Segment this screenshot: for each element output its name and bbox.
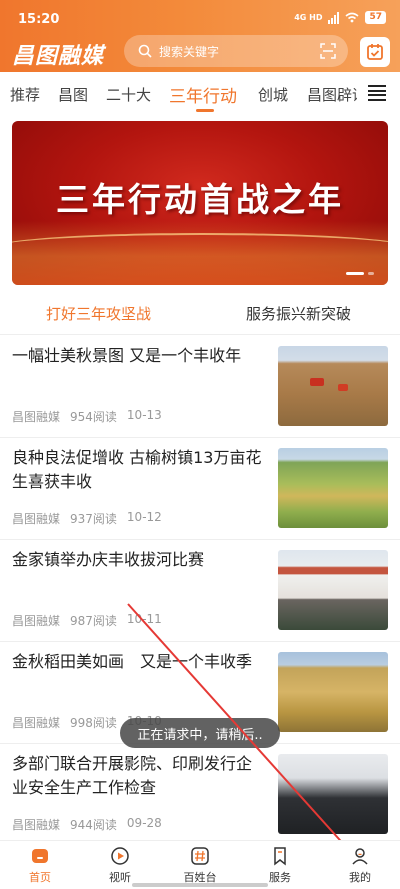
news-source: 昌图融媒 <box>12 512 61 526</box>
news-meta: 昌图融媒 944阅读 09-28 <box>12 816 162 833</box>
home-icon <box>32 849 48 863</box>
user-icon <box>352 848 368 865</box>
news-title: 一幅壮美秋景图 又是一个丰收年 <box>12 346 242 365</box>
news-item[interactable]: 一幅壮美秋景图 又是一个丰收年 昌图融媒 954阅读 10-13 <box>0 336 400 438</box>
banner[interactable]: 三年行动首战之年 <box>12 121 388 285</box>
news-reads: 987阅读 <box>70 614 117 628</box>
tab-chuangcheng[interactable]: 创城 <box>258 84 288 105</box>
category-tabs: 推荐 昌图 二十大 三年行动 创城 昌图辟谣 <box>0 72 400 116</box>
news-thumbnail <box>278 754 388 834</box>
tab-rumor[interactable]: 昌图辟谣 <box>307 84 357 105</box>
news-source: 昌图融媒 <box>12 818 61 832</box>
news-title: 金秋稻田美如画 又是一个丰收季 <box>12 652 253 671</box>
subtab-battle[interactable]: 打好三年攻坚战 <box>46 303 151 324</box>
carousel-dots <box>346 272 374 275</box>
news-meta: 昌图融媒 937阅读 10-12 <box>12 510 162 527</box>
news-source: 昌图融媒 <box>12 716 61 730</box>
search-bar[interactable]: 搜索关键字 <box>124 35 348 67</box>
app-header: 15:20 4G HD 57 昌图融媒 搜索关键字 <box>0 0 400 72</box>
news-item[interactable]: 良种良法促增收 古榆树镇13万亩花生喜获丰收 昌图融媒 937阅读 10-12 <box>0 438 400 540</box>
status-icons: 4G HD 57 <box>294 11 386 24</box>
calendar-check-icon <box>367 44 383 60</box>
news-reads: 944阅读 <box>70 818 117 832</box>
news-date: 10-13 <box>126 408 162 422</box>
nav-label: 首页 <box>29 871 51 884</box>
menu-icon[interactable] <box>368 85 386 101</box>
hashtag-icon <box>191 847 209 865</box>
news-thumbnail <box>278 448 388 528</box>
nav-label: 我的 <box>349 871 371 884</box>
news-source: 昌图融媒 <box>12 614 61 628</box>
play-icon <box>111 847 129 865</box>
subtab-service[interactable]: 服务振兴新突破 <box>246 303 351 324</box>
search-icon <box>138 44 152 58</box>
status-bar: 15:20 4G HD 57 <box>0 0 400 38</box>
nav-home[interactable]: 首页 <box>10 846 70 885</box>
news-meta: 昌图融媒 954阅读 10-13 <box>12 408 162 425</box>
news-item[interactable]: 多部门联合开展影院、印刷发行企业安全生产工作检查 昌图融媒 944阅读 09-2… <box>0 744 400 846</box>
news-reads: 954阅读 <box>70 410 117 424</box>
news-date: 09-28 <box>126 816 162 830</box>
tab-twentieth[interactable]: 二十大 <box>106 84 151 105</box>
app-logo: 昌图融媒 <box>12 43 105 69</box>
nav-mine[interactable]: 我的 <box>330 846 390 885</box>
signal-icon <box>328 11 340 24</box>
bookmark-icon <box>274 847 286 866</box>
calendar-button[interactable] <box>360 37 390 67</box>
divider <box>0 334 400 335</box>
wifi-icon <box>345 12 359 23</box>
nav-community[interactable]: 百姓台 <box>170 846 230 885</box>
news-thumbnail <box>278 652 388 732</box>
search-placeholder: 搜索关键字 <box>159 44 220 59</box>
network-label: 4G HD <box>294 13 323 22</box>
tab-three-year-action[interactable]: 三年行动 <box>169 82 237 107</box>
battery-icon: 57 <box>365 11 386 24</box>
news-title: 金家镇举办庆丰收拔河比赛 <box>12 550 205 569</box>
tab-recommend[interactable]: 推荐 <box>10 84 40 105</box>
nav-service[interactable]: 服务 <box>250 846 310 885</box>
news-title: 良种良法促增收 古榆树镇13万亩花生喜获丰收 <box>12 448 262 491</box>
status-time: 15:20 <box>18 12 60 27</box>
news-source: 昌图融媒 <box>12 410 61 424</box>
news-thumbnail <box>278 550 388 630</box>
scan-icon[interactable] <box>320 43 336 59</box>
home-indicator <box>132 883 268 887</box>
news-reads: 937阅读 <box>70 512 117 526</box>
banner-title: 三年行动首战之年 <box>56 180 344 219</box>
news-title: 多部门联合开展影院、印刷发行企业安全生产工作检查 <box>12 754 253 797</box>
tab-underline <box>196 109 214 112</box>
banner-streak <box>12 233 388 263</box>
loading-toast: 正在请求中，请稍后.. <box>120 718 280 748</box>
news-reads: 998阅读 <box>70 716 117 730</box>
news-date: 10-11 <box>126 612 162 626</box>
news-meta: 昌图融媒 987阅读 10-11 <box>12 612 162 629</box>
news-date: 10-12 <box>126 510 162 524</box>
news-item[interactable]: 金家镇举办庆丰收拔河比赛 昌图融媒 987阅读 10-11 <box>0 540 400 642</box>
bottom-nav: 首页 视听 百姓台 服务 我的 <box>0 840 400 889</box>
sub-tabs: 打好三年攻坚战 服务振兴新突破 <box>0 292 400 334</box>
tab-changtu[interactable]: 昌图 <box>58 84 88 105</box>
nav-video[interactable]: 视听 <box>90 846 150 885</box>
news-thumbnail <box>278 346 388 426</box>
